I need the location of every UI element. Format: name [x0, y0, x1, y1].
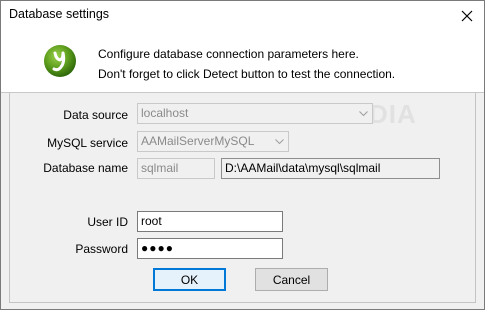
password-input[interactable]: ●●●● — [137, 238, 283, 259]
mysql-service-label: MySQL service — [47, 136, 128, 150]
data-source-label: Data source — [63, 108, 128, 122]
mysql-service-dropdown-arrow[interactable] — [271, 132, 288, 151]
password-mask: ●●●● — [141, 241, 174, 255]
close-button[interactable] — [450, 1, 484, 30]
header-panel: Configure database connection parameters… — [1, 30, 484, 93]
data-source-value: localhost — [141, 106, 189, 120]
mysql-service-combo[interactable]: AAMailServerMySQL — [137, 131, 289, 152]
window-title: Database settings — [9, 7, 110, 21]
app-logo-icon — [44, 45, 76, 77]
mysql-service-value: AAMailServerMySQL — [141, 134, 255, 148]
user-id-label: User ID — [87, 215, 128, 229]
ok-button[interactable]: OK — [153, 268, 226, 291]
data-source-combo[interactable]: localhost — [137, 103, 373, 124]
header-instruction-2: Don't forget to click Detect button to t… — [98, 67, 396, 81]
database-name-label: Database name — [43, 161, 128, 175]
database-settings-dialog: Database settings Configure database con… — [0, 0, 485, 310]
chevron-down-icon — [275, 138, 284, 144]
title-bar[interactable]: Database settings — [1, 1, 484, 30]
close-icon — [461, 10, 473, 21]
header-instruction-1: Configure database connection parameters… — [98, 47, 359, 61]
settings-group-frame — [9, 93, 476, 303]
password-label: Password — [75, 242, 128, 256]
cancel-button[interactable]: Cancel — [255, 268, 328, 291]
user-id-input[interactable]: root — [137, 211, 283, 232]
database-name-field[interactable]: sqlmail — [137, 158, 215, 179]
data-source-dropdown-arrow[interactable] — [355, 104, 372, 123]
database-path-field[interactable]: D:\AAMail\data\mysql\sqlmail — [221, 158, 440, 179]
chevron-down-icon — [359, 110, 368, 116]
